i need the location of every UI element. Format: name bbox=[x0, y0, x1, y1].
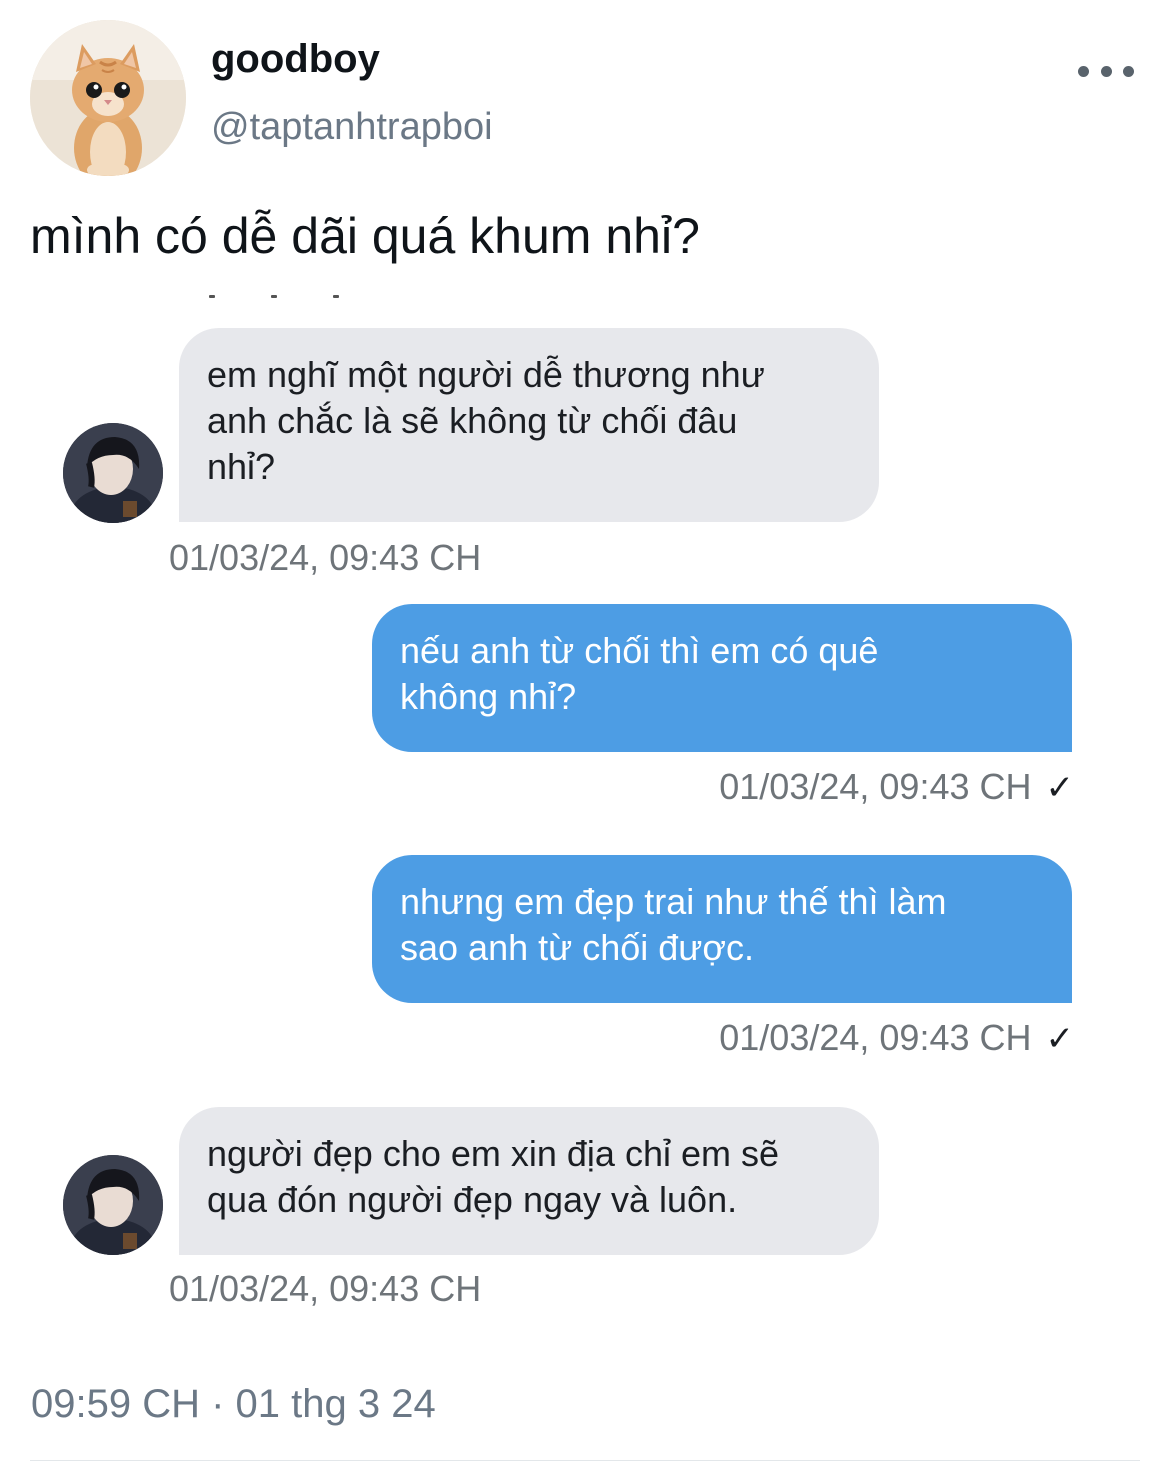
message-timestamp: 01/03/24, 09:43 CH bbox=[169, 537, 482, 578]
message-status-row: 01/03/24, 09:43 CH ✓ bbox=[719, 1016, 1074, 1061]
kitten-avatar-image bbox=[30, 20, 186, 176]
message-line: sao anh từ chối được. bbox=[400, 927, 754, 968]
outgoing-message-bubble[interactable]: nhưng em đẹp trai như thế thì làm sao an… bbox=[372, 855, 1072, 1003]
author-handle[interactable]: @taptanhtrapboi bbox=[211, 104, 493, 150]
message-line: qua đón người đẹp ngay và luôn. bbox=[207, 1179, 738, 1220]
divider bbox=[30, 1460, 1140, 1461]
more-options-button[interactable] bbox=[1078, 56, 1134, 86]
message-line: nếu anh từ chối thì em có quê bbox=[400, 630, 879, 671]
message-timestamp: 01/03/24, 09:43 CH bbox=[719, 766, 1032, 807]
sender-avatar bbox=[63, 1155, 163, 1255]
incoming-message-bubble[interactable]: người đẹp cho em xin địa chỉ em sẽ qua đ… bbox=[179, 1107, 879, 1255]
screenshot-crop-edge bbox=[205, 292, 345, 300]
checkmark-icon: ✓ bbox=[1045, 1020, 1075, 1058]
message-line: nhưng em đẹp trai như thế thì làm bbox=[400, 881, 947, 922]
checkmark-icon: ✓ bbox=[1045, 769, 1075, 807]
sender-avatar bbox=[63, 423, 163, 523]
message-timestamp: 01/03/24, 09:43 CH bbox=[719, 1017, 1032, 1058]
more-dots-icon bbox=[1123, 65, 1134, 77]
tweet-text: mình có dễ dãi quá khum nhỉ? bbox=[30, 208, 700, 264]
message-line: anh chắc là sẽ không từ chối đâu bbox=[207, 400, 738, 441]
message-line: người đẹp cho em xin địa chỉ em sẽ bbox=[207, 1133, 779, 1174]
message-timestamp: 01/03/24, 09:43 CH bbox=[169, 1268, 482, 1309]
message-line: nhỉ? bbox=[207, 446, 276, 487]
tweet-timestamp[interactable]: 09:59 CH · 01 thg 3 24 bbox=[31, 1380, 436, 1428]
incoming-message-bubble[interactable]: em nghĩ một người dễ thương như anh chắc… bbox=[179, 328, 879, 522]
message-line: em nghĩ một người dễ thương như bbox=[207, 354, 765, 395]
more-dots-icon bbox=[1078, 65, 1089, 77]
more-dots-icon bbox=[1100, 65, 1112, 77]
author-avatar[interactable] bbox=[30, 20, 186, 176]
message-status-row: 01/03/24, 09:43 CH ✓ bbox=[719, 765, 1074, 810]
author-display-name[interactable]: goodboy bbox=[211, 36, 380, 82]
outgoing-message-bubble[interactable]: nếu anh từ chối thì em có quê không nhỉ? bbox=[372, 604, 1072, 752]
message-line: không nhỉ? bbox=[400, 676, 577, 717]
